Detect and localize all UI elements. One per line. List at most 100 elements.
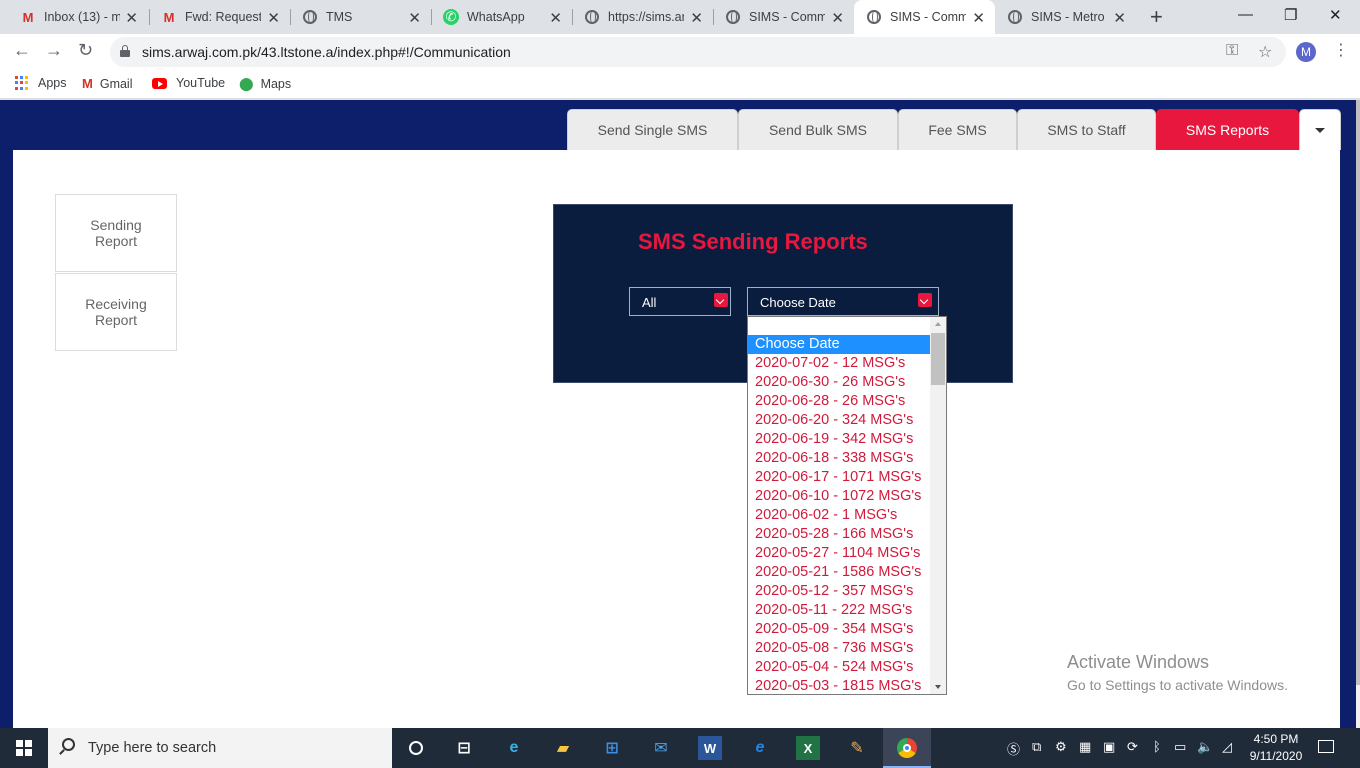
url-text[interactable]: sims.arwaj.com.pk/43.ltstone.a/index.php… bbox=[142, 44, 511, 60]
tabs-overflow-button[interactable] bbox=[1299, 109, 1341, 150]
filter-select[interactable]: All bbox=[629, 287, 731, 316]
minimize-button[interactable]: — bbox=[1238, 6, 1253, 23]
system-clock[interactable]: 4:50 PM 9/11/2020 bbox=[1244, 731, 1308, 765]
date-option-placeholder[interactable]: Choose Date bbox=[748, 335, 930, 354]
bookmark-maps[interactable]: ⬤ Maps bbox=[239, 76, 291, 92]
date-option[interactable]: 2020-06-30 - 26 MSG's bbox=[748, 373, 930, 392]
battery-icon[interactable]: ▭ bbox=[1174, 739, 1186, 755]
close-icon[interactable]: ✕ bbox=[267, 9, 280, 27]
tab-sms-reports[interactable]: SMS Reports bbox=[1156, 109, 1299, 150]
close-icon[interactable]: ✕ bbox=[831, 9, 844, 27]
date-option[interactable]: 2020-05-04 - 524 MSG's bbox=[748, 658, 930, 677]
page-scrollbar[interactable] bbox=[1356, 100, 1360, 728]
tray-settings-icon[interactable]: ⚙ bbox=[1055, 739, 1067, 755]
file-explorer-icon[interactable]: ▰ bbox=[551, 736, 575, 760]
browser-menu-icon[interactable]: ⋮ bbox=[1333, 40, 1349, 60]
bookmark-label: Maps bbox=[260, 77, 292, 91]
key-icon[interactable]: ⚿ bbox=[1226, 42, 1238, 60]
task-view-icon[interactable]: ⊟ bbox=[452, 736, 476, 760]
date-select[interactable]: Choose Date bbox=[747, 287, 939, 316]
browser-toolbar: ← → ↻ sims.arwaj.com.pk/43.ltstone.a/ind… bbox=[0, 34, 1360, 70]
volume-icon[interactable]: 🔈 bbox=[1197, 739, 1213, 755]
bluetooth-icon[interactable]: ᛒ bbox=[1153, 739, 1161, 754]
address-bar[interactable]: sims.arwaj.com.pk/43.ltstone.a/index.php… bbox=[110, 37, 1286, 67]
new-tab-button[interactable]: + bbox=[1150, 4, 1163, 30]
date-option[interactable]: 2020-06-17 - 1071 MSG's bbox=[748, 468, 930, 487]
date-option[interactable]: 2020-05-03 - 1815 MSG's bbox=[748, 677, 930, 696]
edge-icon[interactable]: e bbox=[502, 736, 526, 760]
browser-tab-sims-comm-1[interactable]: SIMS - Comm ✕ bbox=[713, 0, 854, 34]
skype-icon[interactable]: Ⓢ bbox=[1007, 739, 1020, 758]
browser-tab-tms[interactable]: TMS ✕ bbox=[290, 0, 431, 34]
wifi-icon[interactable]: ◿ bbox=[1222, 739, 1232, 755]
chrome-taskbar-button[interactable] bbox=[883, 728, 931, 768]
date-option[interactable]: 2020-05-08 - 736 MSG's bbox=[748, 639, 930, 658]
tray-network-icon[interactable]: ▦ bbox=[1079, 739, 1091, 755]
date-option[interactable]: 2020-05-27 - 1104 MSG's bbox=[748, 544, 930, 563]
profile-avatar[interactable]: M bbox=[1296, 42, 1316, 62]
date-option[interactable]: 2020-05-12 - 357 MSG's bbox=[748, 582, 930, 601]
bookmark-apps[interactable]: Apps bbox=[15, 76, 67, 90]
browser-tab-fwd-request[interactable]: M Fwd: Request f ✕ bbox=[149, 0, 290, 34]
scroll-down-icon[interactable] bbox=[935, 685, 941, 689]
paint-icon[interactable]: ✎ bbox=[845, 736, 869, 760]
store-icon[interactable]: ⊞ bbox=[600, 736, 624, 760]
taskbar-search[interactable]: Type here to search bbox=[48, 728, 392, 768]
tab-sms-to-staff[interactable]: SMS to Staff bbox=[1017, 109, 1156, 150]
close-icon[interactable]: ✕ bbox=[408, 9, 421, 27]
tab-send-bulk-sms[interactable]: Send Bulk SMS bbox=[738, 109, 898, 150]
browser-tab-sims-comm-active[interactable]: SIMS - Comm ✕ bbox=[854, 0, 995, 34]
date-option[interactable]: 2020-05-09 - 354 MSG's bbox=[748, 620, 930, 639]
date-option[interactable]: 2020-06-10 - 1072 MSG's bbox=[748, 487, 930, 506]
date-option[interactable]: 2020-07-02 - 12 MSG's bbox=[748, 354, 930, 373]
close-icon[interactable]: ✕ bbox=[972, 9, 985, 27]
close-icon[interactable]: ✕ bbox=[1113, 9, 1126, 27]
excel-icon[interactable]: X bbox=[796, 736, 820, 760]
dropdown-scrollbar[interactable] bbox=[930, 317, 946, 694]
date-option[interactable]: 2020-06-28 - 26 MSG's bbox=[748, 392, 930, 411]
forward-button[interactable]: → bbox=[45, 40, 63, 61]
dropdown-scrollbar-thumb[interactable] bbox=[931, 333, 945, 385]
restore-button[interactable]: ❐ bbox=[1284, 6, 1297, 24]
back-button[interactable]: ← bbox=[13, 40, 31, 61]
page-scrollbar-thumb[interactable] bbox=[1356, 100, 1360, 685]
cortana-icon[interactable] bbox=[404, 736, 428, 760]
browser-tab-sims-metro[interactable]: SIMS - Metro l ✕ bbox=[995, 0, 1136, 34]
browser-tab-whatsapp[interactable]: ✆ WhatsApp ✕ bbox=[431, 0, 572, 34]
scroll-up-icon[interactable] bbox=[935, 322, 941, 326]
tray-sync-icon[interactable]: ⟳ bbox=[1127, 739, 1138, 755]
browser-tab-sims-url[interactable]: https://sims.ar ✕ bbox=[572, 0, 713, 34]
date-option[interactable]: 2020-06-18 - 338 MSG's bbox=[748, 449, 930, 468]
tab-fee-sms[interactable]: Fee SMS bbox=[898, 109, 1017, 150]
notifications-icon[interactable] bbox=[1318, 740, 1334, 753]
bookmark-star-icon[interactable]: ☆ bbox=[1258, 42, 1272, 62]
receiving-report-button[interactable]: Receiving Report bbox=[55, 273, 177, 351]
date-option[interactable]: 2020-06-19 - 342 MSG's bbox=[748, 430, 930, 449]
mail-icon[interactable]: ✉ bbox=[649, 736, 673, 760]
bookmark-gmail[interactable]: M Gmail bbox=[82, 76, 133, 91]
bookmark-youtube[interactable]: YouTube bbox=[152, 76, 225, 90]
tray-app-icon[interactable]: ⧉ bbox=[1032, 739, 1041, 755]
date-option[interactable]: 2020-06-02 - 1 MSG's bbox=[748, 506, 930, 525]
browser-tab-inbox[interactable]: M Inbox (13) - m ✕ bbox=[8, 0, 148, 34]
close-icon[interactable]: ✕ bbox=[690, 9, 703, 27]
chevron-down-icon bbox=[918, 293, 932, 307]
start-button[interactable] bbox=[0, 728, 48, 768]
date-option[interactable]: 2020-05-11 - 222 MSG's bbox=[748, 601, 930, 620]
close-icon[interactable]: ✕ bbox=[125, 9, 138, 27]
lock-icon[interactable] bbox=[120, 45, 130, 57]
taskbar-search-placeholder: Type here to search bbox=[88, 740, 217, 756]
close-icon[interactable]: ✕ bbox=[549, 9, 562, 27]
tray-display-icon[interactable]: ▣ bbox=[1103, 739, 1115, 755]
date-option[interactable]: 2020-05-28 - 166 MSG's bbox=[748, 525, 930, 544]
date-option[interactable]: 2020-06-20 - 324 MSG's bbox=[748, 411, 930, 430]
window-close-button[interactable]: ✕ bbox=[1329, 6, 1342, 24]
date-dropdown-list[interactable]: Choose Date 2020-07-02 - 12 MSG's 2020-06-… bbox=[747, 316, 947, 695]
date-option[interactable]: 2020-05-21 - 1586 MSG's bbox=[748, 563, 930, 582]
sending-report-button[interactable]: Sending Report bbox=[55, 194, 177, 272]
caret-down-icon bbox=[1315, 127, 1325, 133]
reload-button[interactable]: ↻ bbox=[78, 40, 93, 61]
word-icon[interactable]: W bbox=[698, 736, 722, 760]
tab-send-single-sms[interactable]: Send Single SMS bbox=[567, 109, 738, 150]
internet-explorer-icon[interactable]: e bbox=[748, 736, 772, 760]
